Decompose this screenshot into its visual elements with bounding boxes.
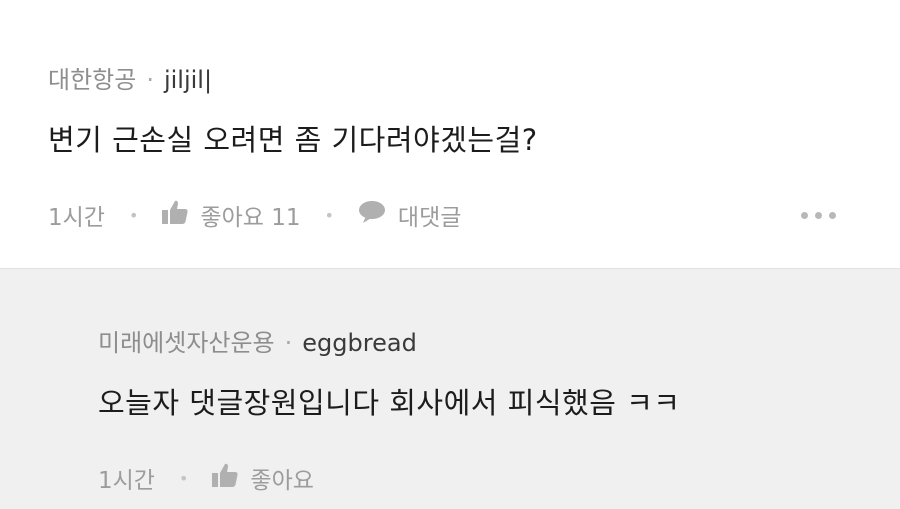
reply-company: 미래에셋자산운용	[98, 329, 275, 357]
meta-separator: ·	[146, 66, 154, 94]
speech-bubble-icon	[358, 200, 386, 230]
meta-separator: ·	[284, 329, 293, 357]
comment-card: 대한항공 · jiljil| 변기 근손실 오려면 좀 기다려야겠는걸? 1시간 •…	[0, 0, 900, 268]
comment-company: 대한항공	[48, 66, 137, 94]
action-separator: •	[128, 205, 139, 225]
reply-meta: 미래에셋자산운용 · eggbread	[98, 323, 417, 358]
more-dots-icon[interactable]	[801, 212, 836, 219]
reply-like-label: 좋아요	[250, 468, 314, 494]
comment-actions: 1시간 • 좋아요 11 • 대댓글	[48, 198, 461, 232]
like-label: 좋아요 11	[200, 205, 301, 231]
reply-like-button[interactable]: 좋아요	[212, 461, 314, 495]
reply-time: 1시간	[98, 468, 155, 494]
comment-time: 1시간	[48, 205, 105, 231]
reply-card: 미래에셋자산운용 · eggbread 오늘자 댓글장원입니다 회사에서 피식했음 …	[0, 268, 900, 509]
reply-actions: 1시간 • 좋아요	[98, 461, 314, 495]
thumbs-up-icon	[212, 463, 238, 493]
reply-text: 오늘자 댓글장원입니다 회사에서 피식했음 ㅋㅋ	[98, 386, 681, 420]
reply-label: 대댓글	[397, 205, 462, 231]
comment-username[interactable]: jiljil|	[164, 66, 212, 94]
reply-button[interactable]: 대댓글	[358, 198, 461, 232]
reply-username[interactable]: eggbread	[302, 329, 417, 357]
comment-text: 변기 근손실 오려면 좀 기다려야겠는걸?	[48, 123, 538, 157]
comment-meta: 대한항공 · jiljil|	[48, 60, 212, 95]
action-separator: •	[178, 468, 189, 488]
action-separator: •	[324, 205, 334, 225]
like-button[interactable]: 좋아요 11	[162, 198, 300, 232]
thumbs-up-icon	[162, 200, 188, 230]
